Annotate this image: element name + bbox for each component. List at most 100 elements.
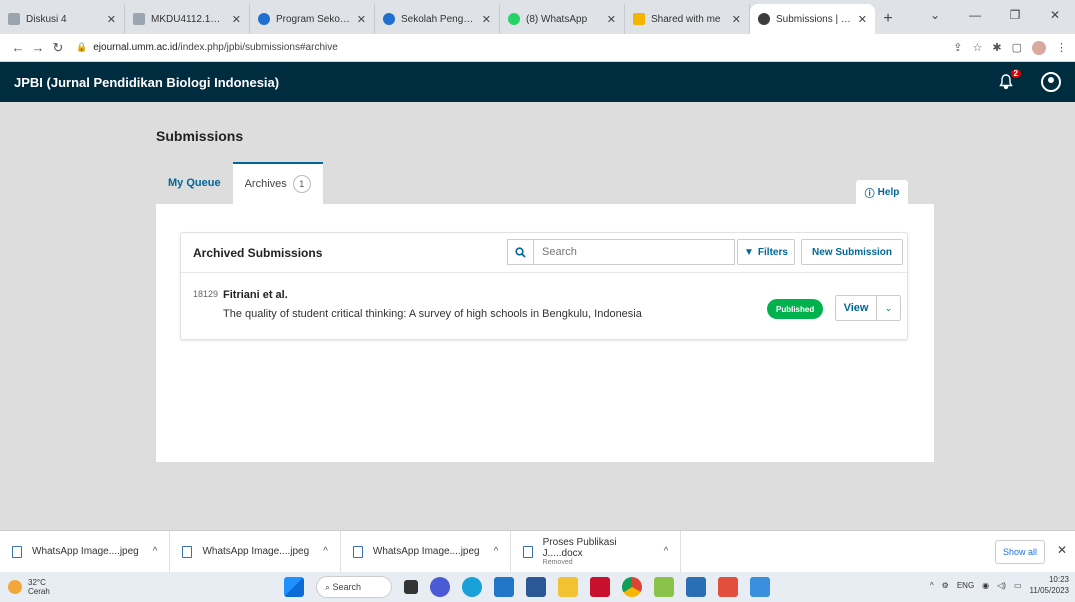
help-label: Help	[877, 186, 900, 198]
download-item[interactable]: WhatsApp Image....jpeg ^	[0, 530, 171, 573]
tab-archives[interactable]: Archives 1	[232, 162, 323, 204]
store-icon[interactable]	[494, 577, 514, 597]
archived-submissions-card: Archived Submissions ▼ Filters New Submi…	[180, 232, 908, 340]
whatsapp-icon	[508, 13, 520, 25]
reload-icon[interactable]: ↻	[48, 40, 68, 56]
window-controls: ⌄ — ❐ ✕	[915, 0, 1075, 30]
download-item[interactable]: WhatsApp Image....jpeg ^	[170, 530, 341, 573]
clock[interactable]: 10:23 11/05/2023	[1030, 574, 1069, 596]
file-icon	[523, 545, 533, 558]
site-title[interactable]: JPBI (Jurnal Pendidikan Biologi Indonesi…	[14, 75, 995, 90]
tab-title: Sekolah Pengge...	[401, 13, 476, 25]
minimize-button[interactable]: —	[955, 0, 995, 30]
download-name: WhatsApp Image....jpeg	[202, 546, 310, 557]
tray-apps-icon[interactable]: ⚙	[942, 581, 949, 590]
tab-title: MKDU4112.12:T...	[151, 13, 226, 25]
bookmark-star-icon[interactable]: ☆	[973, 41, 983, 54]
tab-label: My Queue	[168, 177, 221, 189]
browser-tab-mkdu[interactable]: MKDU4112.12:T... ✕	[125, 4, 250, 34]
sidebar-icon[interactable]: ▢	[1012, 41, 1022, 54]
language-indicator[interactable]: ENG	[957, 581, 974, 590]
windows-start-icon[interactable]	[284, 577, 304, 597]
photos-icon[interactable]	[750, 577, 770, 597]
extensions-icon[interactable]: ✱	[992, 41, 1001, 54]
url-field[interactable]: 🔒 ejournal.umm.ac.id /index.php/jpbi/sub…	[76, 42, 953, 53]
close-downloads-icon[interactable]: ✕	[1057, 543, 1067, 557]
browser-toolbar-icons: ⇪ ☆ ✱ ▢ ⋮	[953, 40, 1067, 55]
edge-browser-icon[interactable]	[462, 577, 482, 597]
wifi-icon[interactable]: ◉	[982, 581, 989, 590]
notifications-bell-icon[interactable]: 2	[995, 69, 1021, 93]
weather-temp: 32°C	[28, 578, 46, 587]
back-icon[interactable]: ←	[8, 40, 28, 55]
download-name: Proses Publikasi J.....docx	[542, 537, 617, 559]
tray-chevron-up-icon[interactable]: ^	[930, 581, 934, 590]
notepad-icon[interactable]	[654, 577, 674, 597]
user-account-icon[interactable]	[1041, 72, 1061, 92]
tab-label: Archives	[244, 178, 287, 190]
view-button[interactable]: View	[835, 295, 877, 321]
forward-icon[interactable]: →	[28, 40, 48, 55]
status-badge: Published	[767, 299, 824, 319]
submission-author[interactable]: Fitriani et al.	[223, 289, 288, 301]
weather-text: 32°C Cerah	[28, 578, 50, 596]
download-item[interactable]: WhatsApp Image....jpeg ^	[341, 530, 512, 573]
close-tab-icon[interactable]: ✕	[607, 13, 616, 26]
show-all-downloads-button[interactable]: Show all	[995, 540, 1045, 564]
browser-tab-submissions[interactable]: Submissions | JP... ✕	[750, 4, 875, 34]
browser-tab-whatsapp[interactable]: (8) WhatsApp ✕	[500, 4, 625, 34]
search-icon[interactable]	[508, 240, 534, 264]
mcafee-icon[interactable]	[590, 577, 610, 597]
notification-count-badge: 2	[1010, 69, 1021, 78]
close-tab-icon[interactable]: ✕	[732, 13, 741, 26]
submission-title[interactable]: The quality of student critical thinking…	[223, 308, 642, 320]
chevron-up-icon[interactable]: ^	[664, 546, 669, 557]
volume-icon[interactable]: ◁)	[997, 581, 1006, 590]
close-tab-icon[interactable]: ✕	[357, 13, 366, 26]
task-view-icon[interactable]	[404, 580, 418, 594]
browser-tab-diskusi[interactable]: Diskusi 4 ✕	[0, 4, 125, 34]
file-icon	[12, 545, 22, 558]
restore-button[interactable]: ❐	[995, 0, 1035, 30]
close-tab-icon[interactable]: ✕	[232, 13, 241, 26]
chevron-up-icon[interactable]: ^	[494, 546, 499, 557]
chat-icon[interactable]	[430, 577, 450, 597]
file-explorer-icon[interactable]	[558, 577, 578, 597]
chevron-up-icon[interactable]: ^	[323, 546, 328, 557]
new-tab-button[interactable]: +	[875, 4, 901, 34]
close-tab-icon[interactable]: ✕	[107, 13, 116, 26]
word-icon[interactable]	[526, 577, 546, 597]
tab-title: (8) WhatsApp	[526, 13, 588, 25]
help-button[interactable]: ⓘ Help	[856, 180, 908, 204]
taskbar-apps: ⌕ Search	[284, 576, 770, 598]
battery-icon[interactable]: ▭	[1014, 581, 1022, 590]
expand-row-button[interactable]: ⌄	[877, 295, 901, 321]
tab-search-icon[interactable]: ⌄	[915, 0, 955, 30]
submission-tabs: My Queue Archives 1	[156, 162, 323, 204]
wps-icon[interactable]	[718, 577, 738, 597]
teams-icon[interactable]	[686, 577, 706, 597]
browser-tab-sekolah-penggerak[interactable]: Sekolah Pengge... ✕	[375, 4, 500, 34]
close-window-button[interactable]: ✕	[1035, 0, 1075, 30]
browser-menu-icon[interactable]: ⋮	[1056, 41, 1067, 54]
share-icon[interactable]: ⇪	[953, 41, 962, 54]
tab-title: Submissions | JP...	[776, 13, 852, 25]
chevron-up-icon[interactable]: ^	[153, 546, 158, 557]
close-tab-icon[interactable]: ✕	[858, 13, 867, 26]
weather-widget[interactable]: 32°C Cerah	[0, 578, 200, 596]
browser-tab-program-sekolah[interactable]: Program Sekolah ... ✕	[250, 4, 375, 34]
submission-id: 18129	[193, 289, 219, 299]
filters-button[interactable]: ▼ Filters	[737, 239, 795, 265]
file-icon	[352, 545, 363, 558]
profile-avatar[interactable]	[1032, 40, 1046, 55]
new-submission-button[interactable]: New Submission	[801, 239, 903, 265]
tab-my-queue[interactable]: My Queue	[156, 162, 233, 204]
search-input[interactable]	[534, 246, 724, 258]
close-tab-icon[interactable]: ✕	[482, 13, 491, 26]
chrome-icon[interactable]	[622, 577, 642, 597]
download-item[interactable]: Proses Publikasi J.....docx Removed ^	[511, 530, 682, 573]
browser-tab-shared-with-me[interactable]: Shared with me ✕	[625, 4, 750, 34]
search-box	[507, 239, 735, 265]
taskbar-search[interactable]: ⌕ Search	[316, 576, 392, 598]
download-name: WhatsApp Image....jpeg	[372, 546, 480, 557]
